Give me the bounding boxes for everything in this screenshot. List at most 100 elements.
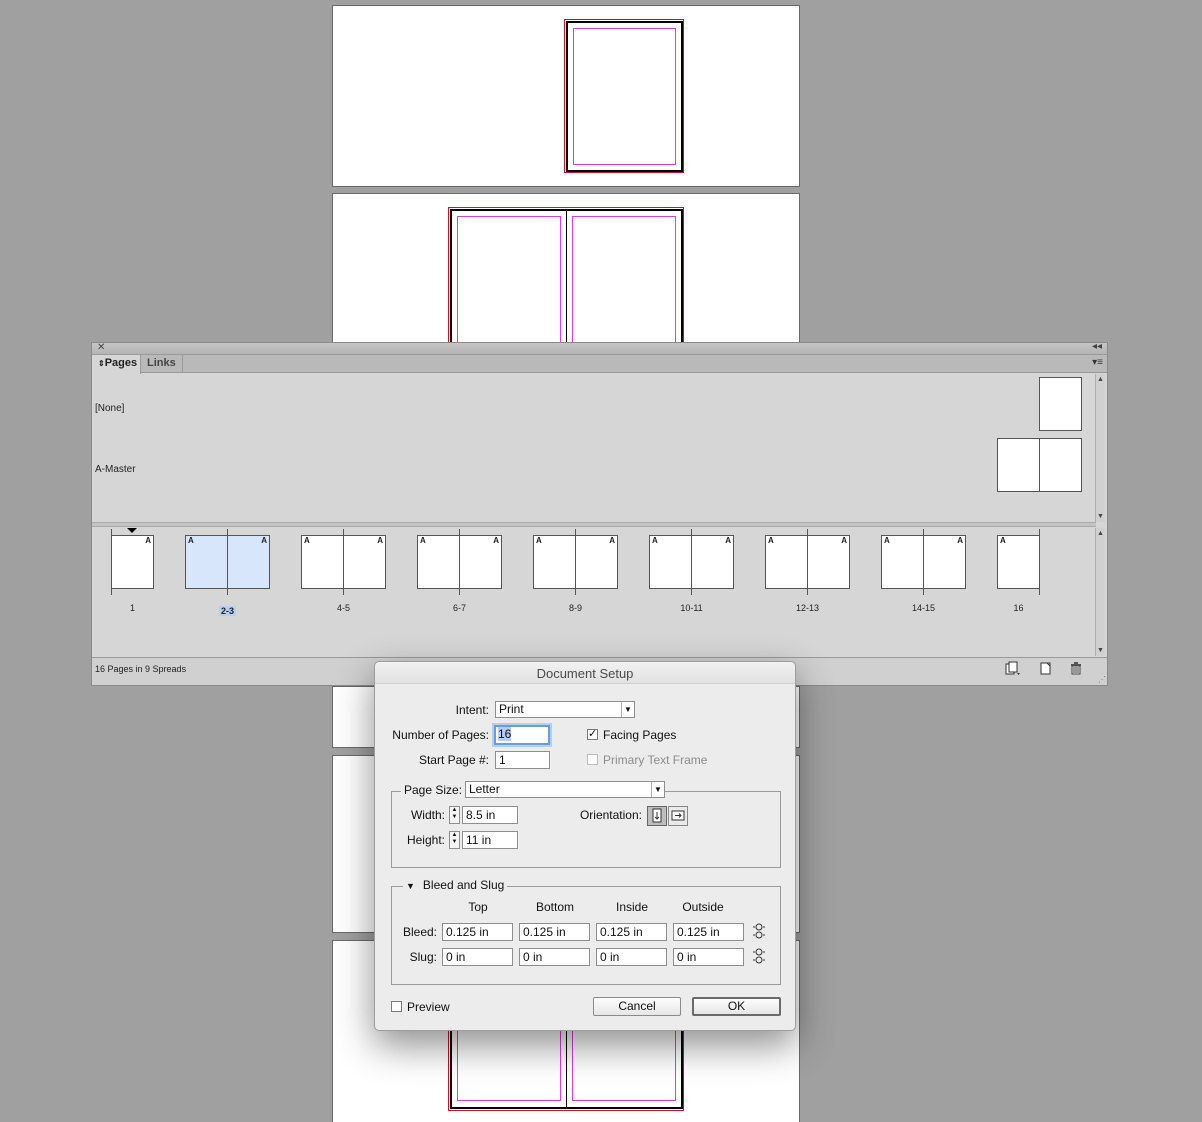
bleed-outside-field[interactable]: 0.125 in — [673, 923, 744, 941]
preview-label: Preview — [407, 1000, 450, 1014]
page-thumbnail-right[interactable]: A — [575, 535, 618, 589]
master-none-label[interactable]: [None] — [95, 403, 124, 414]
page-size-dropdown[interactable]: Letter ▼ — [465, 781, 665, 798]
spread-spine — [227, 529, 228, 595]
link-bleed-icon[interactable] — [752, 923, 766, 939]
spread-label: 8-9 — [568, 603, 582, 613]
facing-pages-checkbox[interactable]: ✓ — [587, 729, 598, 740]
width-stepper[interactable]: ▲ ▼ — [449, 806, 460, 824]
master-prefix: A — [188, 536, 194, 545]
new-page-icon[interactable] — [1038, 661, 1054, 675]
resize-grip-icon[interactable]: ⋰ — [1098, 675, 1106, 684]
spread-label: 2-3 — [218, 606, 236, 616]
start-page-field[interactable]: 1 — [495, 751, 550, 769]
slug-bottom-field[interactable]: 0 in — [519, 948, 590, 966]
tab-updown-icon: ⇕ — [98, 359, 105, 368]
tab-links[interactable]: Links — [141, 355, 183, 373]
scroll-up-icon[interactable]: ▲ — [1097, 376, 1104, 383]
slug-outside-field[interactable]: 0 in — [673, 948, 744, 966]
spread-spine — [807, 529, 808, 595]
number-of-pages-field[interactable]: 16 — [494, 725, 550, 745]
edit-page-size-icon[interactable] — [1005, 661, 1021, 675]
page-thumbnail-left[interactable]: A — [185, 535, 228, 589]
masters-scrollbar[interactable]: ▲ ▼ — [1095, 374, 1105, 522]
tab-pages[interactable]: ⇕Pages — [92, 355, 141, 374]
slug-label: Slug: — [409, 950, 437, 964]
page-size-label: Page Size: — [401, 783, 466, 797]
intent-value: Print — [499, 702, 524, 716]
master-prefix: A — [377, 536, 383, 545]
panel-tab-bar: ⇕Pages Links ▾≡ — [92, 355, 1107, 374]
pages-scrollbar[interactable]: ▲ ▼ — [1095, 528, 1105, 656]
page-thumbnail[interactable]: A — [997, 535, 1040, 589]
intent-label: Intent: — [455, 703, 489, 717]
bleed-inside-field[interactable]: 0.125 in — [596, 923, 667, 941]
panel-title-bar[interactable]: ✕ ◂◂ — [92, 341, 1107, 355]
spread-label: 10-11 — [680, 603, 703, 613]
delete-page-icon[interactable] — [1068, 661, 1084, 675]
preview-checkbox[interactable] — [391, 1001, 402, 1012]
master-prefix: A — [145, 536, 151, 545]
page-thumbnail-left[interactable]: A — [881, 535, 924, 589]
column-inside: Inside — [615, 900, 649, 914]
page-thumbnail-right[interactable]: A — [343, 535, 386, 589]
portrait-orientation-button[interactable] — [647, 806, 667, 826]
page-thumbnail-right[interactable]: A — [923, 535, 966, 589]
dialog-title: Document Setup — [375, 662, 795, 684]
slug-top-field[interactable]: 0 in — [442, 948, 513, 966]
height-field[interactable]: 11 in — [462, 831, 518, 849]
link-slug-icon[interactable] — [752, 948, 766, 964]
scroll-down-icon[interactable]: ▼ — [1097, 513, 1104, 520]
master-none-thumbnail[interactable] — [1039, 377, 1082, 431]
width-label: Width: — [410, 808, 445, 822]
slug-bottom-value: 0 in — [523, 950, 543, 964]
spread-tick — [1039, 529, 1040, 595]
close-panel-icon[interactable]: ✕ — [97, 342, 105, 353]
scroll-up-icon[interactable]: ▲ — [1097, 530, 1104, 537]
master-prefix: A — [609, 536, 615, 545]
page-thumbnail[interactable]: A — [111, 535, 154, 589]
cancel-button[interactable]: Cancel — [593, 997, 681, 1016]
page-thumbnail-left[interactable]: A — [301, 535, 344, 589]
bleed-bottom-field[interactable]: 0.125 in — [519, 923, 590, 941]
height-label: Height: — [406, 833, 445, 847]
orientation-label: Orientation: — [579, 808, 642, 822]
slug-inside-field[interactable]: 0 in — [596, 948, 667, 966]
bleed-inside-value: 0.125 in — [600, 925, 643, 939]
height-value: 11 in — [466, 833, 492, 847]
panel-menu-icon[interactable]: ▾≡ — [1092, 357, 1103, 368]
master-prefix: A — [725, 536, 731, 545]
landscape-orientation-button[interactable] — [668, 806, 688, 826]
spread-spine — [923, 529, 924, 595]
spread-spine — [575, 529, 576, 595]
page-thumbnail-left[interactable]: A — [649, 535, 692, 589]
primary-text-frame-checkbox[interactable] — [587, 754, 598, 765]
bleed-slug-header[interactable]: ▼ Bleed and Slug — [403, 878, 508, 892]
page-size-group — [391, 791, 781, 868]
scroll-down-icon[interactable]: ▼ — [1097, 647, 1104, 654]
bleed-top-field[interactable]: 0.125 in — [442, 923, 513, 941]
intent-dropdown[interactable]: Print ▼ — [495, 701, 635, 718]
chevron-down-icon: ▼ — [621, 702, 634, 717]
spread-label: 12-13 — [795, 603, 820, 613]
start-page-value: 1 — [499, 753, 506, 767]
width-field[interactable]: 8.5 in — [462, 806, 518, 824]
current-page-indicator-icon — [127, 528, 137, 533]
ok-button[interactable]: OK — [692, 997, 781, 1016]
master-a-thumbnail-right[interactable] — [1039, 438, 1082, 492]
spread-spine — [343, 529, 344, 595]
page-thumbnail-left[interactable]: A — [765, 535, 808, 589]
page-thumbnail-right[interactable]: A — [459, 535, 502, 589]
collapse-panel-icon[interactable]: ◂◂ — [1092, 341, 1102, 352]
page-thumbnail-left[interactable]: A — [533, 535, 576, 589]
facing-pages-label: Facing Pages — [603, 728, 677, 742]
master-a-thumbnail-left[interactable] — [997, 438, 1040, 492]
page-thumbnail-right[interactable]: A — [691, 535, 734, 589]
page-thumbnail-left[interactable]: A — [417, 535, 460, 589]
master-a-label[interactable]: A-Master — [95, 464, 136, 475]
page-thumbnail-right[interactable]: A — [227, 535, 270, 589]
number-of-pages-value: 16 — [498, 727, 512, 741]
section-divider[interactable] — [92, 522, 1096, 527]
height-stepper[interactable]: ▲ ▼ — [449, 831, 460, 849]
page-thumbnail-right[interactable]: A — [807, 535, 850, 589]
